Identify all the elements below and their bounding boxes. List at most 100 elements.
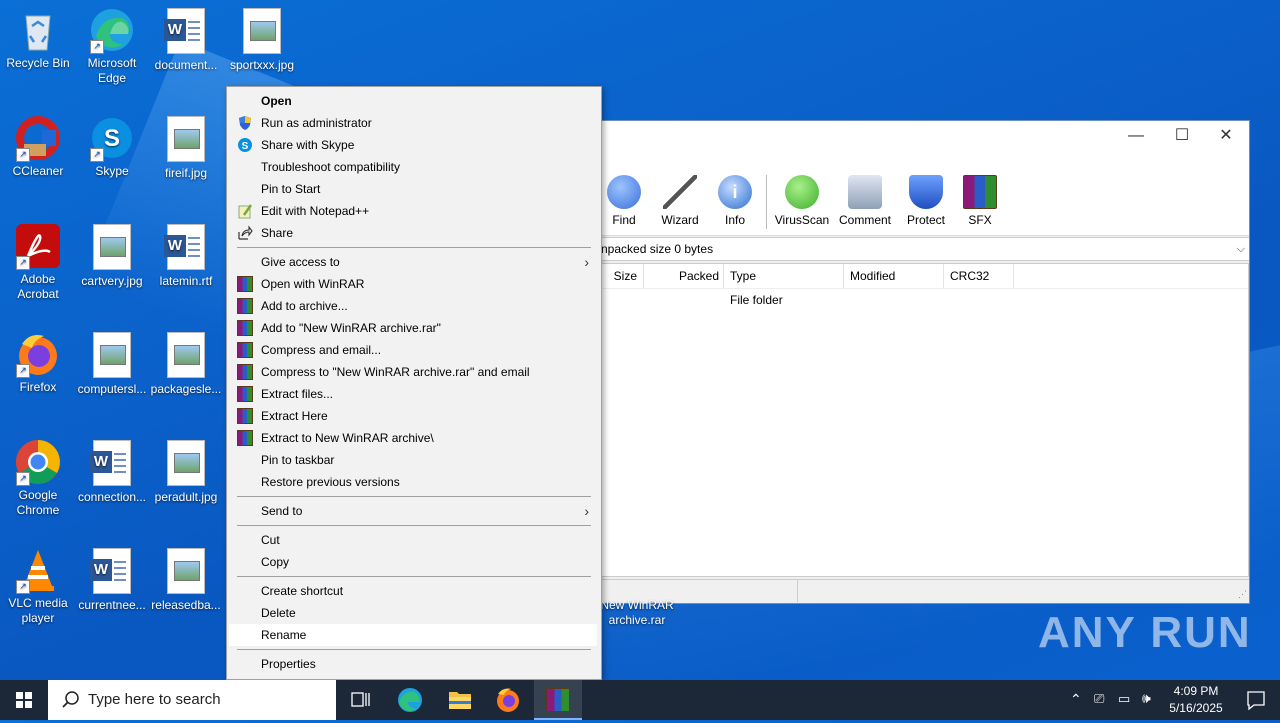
menu-item-extract-to-folder[interactable]: Extract to New WinRAR archive\ (229, 427, 597, 449)
desktop-icon-currentnee[interactable]: W currentnee... (74, 546, 150, 613)
shortcut-arrow-icon: ↗ (16, 580, 30, 594)
winrar-icon (237, 298, 253, 314)
desktop-icon-firefox[interactable]: ↗ Firefox (0, 330, 76, 395)
taskbar-search-box[interactable]: Type here to search (48, 680, 336, 720)
edge-icon (398, 688, 422, 712)
menu-item-compress-to-named-and-email[interactable]: Compress to "New WinRAR archive.rar" and… (229, 361, 597, 383)
desktop-icon-peradult[interactable]: peradult.jpg (148, 438, 224, 505)
desktop-icon-recycle-bin[interactable]: Recycle Bin (0, 6, 76, 71)
desktop-icon-computersl[interactable]: computersl... (74, 330, 150, 397)
menu-item-open-with-winrar[interactable]: Open with WinRAR (229, 273, 597, 295)
table-row[interactable]: File folder (730, 290, 783, 310)
desktop-icon-connection[interactable]: W connection... (74, 438, 150, 505)
desktop-icon-vlc[interactable]: ↗ VLC media player (0, 546, 76, 626)
menu-item-add-to-archive[interactable]: Add to archive... (229, 295, 597, 317)
menu-item-compress-and-email[interactable]: Compress and email... (229, 339, 597, 361)
menu-item-add-to-named-archive[interactable]: Add to "New WinRAR archive.rar" (229, 317, 597, 339)
menu-separator (237, 576, 591, 577)
desktop-icon-packagesle[interactable]: packagesle... (148, 330, 224, 397)
menu-item-extract-files[interactable]: Extract files... (229, 383, 597, 405)
menu-item-troubleshoot-compatibility[interactable]: Troubleshoot compatibility (229, 156, 597, 178)
desktop-icon-skype[interactable]: S ↗ Skype (74, 114, 150, 179)
icon-label: Firefox (19, 380, 57, 394)
taskbar-firefox-button[interactable] (484, 680, 532, 720)
desktop-icon-new-winrar-archive[interactable]: New WinRAR archive.rar (600, 598, 674, 628)
toolbar-sfx-button[interactable]: SFX (951, 173, 1009, 227)
icon-label: cartvery.jpg (81, 274, 143, 288)
desktop-icon-fireif[interactable]: fireif.jpg (148, 114, 224, 181)
menu-item-delete[interactable]: Delete (229, 602, 597, 624)
window-titlebar[interactable]: — ☐ ✕ (601, 121, 1249, 151)
desktop-icon-document[interactable]: W document... (148, 6, 224, 73)
desktop-icon-microsoft-edge[interactable]: ↗ Microsoft Edge (74, 6, 150, 86)
desktop-icon-ccleaner[interactable]: ↗ CCleaner (0, 114, 76, 179)
image-file-icon (93, 224, 131, 270)
chevron-down-icon[interactable]: ⌵ (1237, 238, 1245, 260)
taskbar-winrar-button[interactable] (534, 680, 582, 720)
menu-item-restore-previous-versions[interactable]: Restore previous versions (229, 471, 597, 493)
image-file-icon (167, 548, 205, 594)
shortcut-arrow-icon: ↗ (16, 364, 30, 378)
taskbar-edge-button[interactable] (386, 680, 434, 720)
toolbar-label: VirusScan (774, 213, 830, 227)
toolbar-virusscan-button[interactable]: VirusScan (773, 173, 831, 227)
menu-item-create-shortcut[interactable]: Create shortcut (229, 580, 597, 602)
menu-item-pin-to-taskbar[interactable]: Pin to taskbar (229, 449, 597, 471)
toolbar-info-button[interactable]: i Info (706, 173, 764, 227)
desktop-icon-google-chrome[interactable]: ↗ Google Chrome (0, 438, 76, 518)
toolbar-wizard-button[interactable]: Wizard (651, 173, 709, 227)
task-view-button[interactable] (336, 680, 384, 720)
menu-item-pin-to-start[interactable]: Pin to Start (229, 178, 597, 200)
device-icon[interactable]: ⎚ (1094, 691, 1104, 707)
menu-item-edit-with-notepadpp[interactable]: Edit with Notepad++ (229, 200, 597, 222)
desktop-icon-cartvery[interactable]: cartvery.jpg (74, 222, 150, 289)
chevron-right-icon: › (584, 254, 589, 270)
minimize-button[interactable]: — (1113, 121, 1159, 151)
column-header-modified[interactable]: Modified (844, 264, 944, 288)
volume-icon[interactable]: 🕪 (1142, 690, 1151, 707)
icon-label: Recycle Bin (6, 56, 70, 70)
column-header-crc32[interactable]: CRC32 (944, 264, 1014, 288)
menu-item-rename[interactable]: Rename (229, 624, 597, 646)
menu-item-extract-here[interactable]: Extract Here (229, 405, 597, 427)
menu-item-share[interactable]: Share (229, 222, 597, 244)
menu-item-share-with-skype[interactable]: S Share with Skype (229, 134, 597, 156)
column-header-size[interactable]: Size (602, 264, 644, 288)
menu-item-properties[interactable]: Properties (229, 653, 597, 675)
toolbar-separator (766, 175, 767, 229)
toolbar-label: Info (724, 213, 745, 227)
network-icon[interactable]: ▭ (1118, 691, 1130, 707)
file-list[interactable]: Size Packed Type Modified CRC32 File fol… (601, 263, 1249, 577)
desktop-icon-sportxxx[interactable]: sportxxx.jpg (224, 6, 300, 73)
toolbar-find-button[interactable]: Find (595, 173, 653, 227)
close-button[interactable]: ✕ (1203, 121, 1249, 151)
notification-center-button[interactable] (1232, 680, 1280, 720)
virusscan-icon (785, 175, 819, 209)
toolbar-comment-button[interactable]: Comment (836, 173, 894, 227)
maximize-button[interactable]: ☐ (1159, 121, 1205, 151)
taskbar-file-explorer-button[interactable] (436, 680, 484, 720)
chrome-icon: ↗ (14, 438, 62, 486)
archive-path-bar[interactable]: npacked size 0 bytes ⌵ (601, 237, 1249, 261)
resize-grip-icon[interactable]: ⋰ (1238, 589, 1247, 600)
menu-item-copy[interactable]: Copy (229, 551, 597, 573)
desktop-icon-latemin[interactable]: W latemin.rtf (148, 222, 224, 289)
desktop-icon-adobe-acrobat[interactable]: ↗ Adobe Acrobat (0, 222, 76, 302)
menu-item-send-to[interactable]: Send to › (229, 500, 597, 522)
uac-shield-icon (237, 115, 253, 131)
chevron-up-icon[interactable]: ⌃ (1070, 691, 1082, 708)
desktop-icon-releasedba[interactable]: releasedba... (148, 546, 224, 613)
menu-item-give-access-to[interactable]: Give access to › (229, 251, 597, 273)
menu-item-open[interactable]: Open (229, 90, 597, 112)
start-button[interactable] (0, 680, 48, 720)
winrar-icon (237, 408, 253, 424)
firefox-icon: ↗ (14, 330, 62, 378)
column-header-type[interactable]: Type (724, 264, 844, 288)
share-icon (237, 225, 253, 241)
column-header-packed[interactable]: Packed (644, 264, 724, 288)
menu-item-run-as-administrator[interactable]: Run as administrator (229, 112, 597, 134)
toolbar-protect-button[interactable]: Protect (897, 173, 955, 227)
menu-item-cut[interactable]: Cut (229, 529, 597, 551)
taskbar-clock[interactable]: 4:09 PM 5/16/2025 (1164, 683, 1228, 717)
icon-label: latemin.rtf (159, 274, 213, 288)
